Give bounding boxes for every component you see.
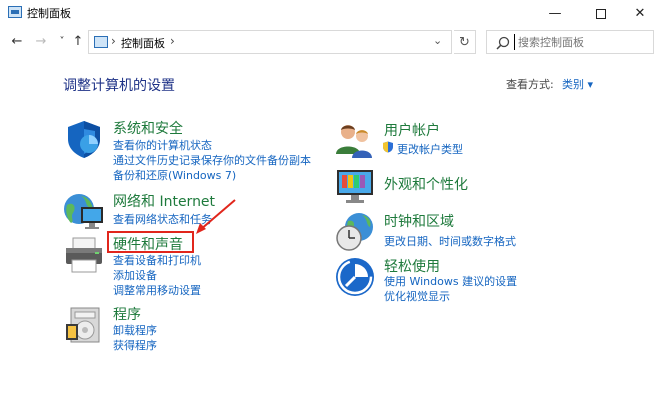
title-bar: 控制面板 — ✕: [0, 0, 663, 27]
printer-icon[interactable]: [63, 234, 105, 276]
category-appearance: 外观和个性化: [334, 166, 574, 206]
link-file-history[interactable]: 通过文件历史记录保存你的文件备份副本: [113, 152, 311, 168]
window-title: 控制面板: [27, 7, 71, 20]
category-programs: 程序 卸载程序 获得程序: [63, 304, 303, 352]
page-title: 调整计算机的设置: [63, 78, 175, 94]
maximize-icon: [596, 8, 606, 19]
control-panel-icon: [94, 36, 108, 48]
link-backup-restore[interactable]: 备份和还原(Windows 7): [113, 167, 236, 183]
uac-shield-icon: [383, 141, 393, 153]
category-title-system-security[interactable]: 系统和安全: [113, 118, 183, 138]
monitor-palette-icon[interactable]: [334, 166, 376, 208]
link-uninstall-program[interactable]: 卸载程序: [113, 322, 157, 338]
category-title-programs[interactable]: 程序: [113, 304, 141, 324]
category-clock-region: 时钟和区域 更改日期、时间或数字格式: [334, 211, 574, 251]
minimize-button[interactable]: —: [532, 0, 578, 27]
link-optimize-visual-display[interactable]: 优化视觉显示: [384, 288, 450, 304]
category-system-security: 系统和安全 查看你的计算机状态 通过文件历史记录保存你的文件备份副本 备份和还原…: [63, 118, 363, 183]
link-change-date-time-format[interactable]: 更改日期、时间或数字格式: [384, 233, 516, 249]
link-view-computer-status[interactable]: 查看你的计算机状态: [113, 137, 212, 153]
navigation-bar: ← → ˅ ↑ › 控制面板 › ⌄ ↻: [0, 27, 663, 57]
category-user-accounts: 用户帐户 更改帐户类型: [334, 120, 574, 160]
breadcrumb-control-panel[interactable]: 控制面板: [121, 35, 165, 51]
shield-icon[interactable]: [63, 118, 105, 160]
back-button[interactable]: ←: [9, 33, 25, 51]
search-icon: [496, 36, 510, 50]
category-title-appearance[interactable]: 外观和个性化: [384, 174, 468, 194]
annotation-highlight-box: [107, 231, 194, 253]
control-panel-icon: [8, 6, 22, 18]
link-recommended-settings[interactable]: 使用 Windows 建议的设置: [384, 273, 517, 289]
address-bar[interactable]: › 控制面板 › ⌄: [88, 30, 452, 54]
link-mobility-settings[interactable]: 调整常用移动设置: [113, 282, 201, 298]
search-input[interactable]: [514, 34, 649, 50]
breadcrumb-separator[interactable]: ›: [170, 34, 175, 48]
close-button[interactable]: ✕: [617, 0, 663, 27]
users-icon[interactable]: [334, 120, 376, 162]
link-change-account-type[interactable]: 更改帐户类型: [397, 141, 463, 157]
category-title-clock-region[interactable]: 时钟和区域: [384, 211, 454, 231]
clock-globe-icon[interactable]: [334, 211, 376, 253]
annotation-arrow: [196, 199, 236, 234]
category-ease-of-access: 轻松使用 使用 Windows 建议的设置 优化视觉显示: [334, 256, 574, 304]
refresh-button[interactable]: ↻: [454, 30, 476, 54]
link-get-programs[interactable]: 获得程序: [113, 337, 157, 353]
category-network-internet: 网络和 Internet 查看网络状态和任务: [63, 191, 303, 231]
link-add-device[interactable]: 添加设备: [113, 267, 157, 283]
up-button[interactable]: ↑: [70, 33, 86, 51]
forward-button[interactable]: →: [33, 33, 49, 51]
recent-locations-button[interactable]: ˅: [54, 33, 70, 51]
category-title-user-accounts[interactable]: 用户帐户: [384, 120, 440, 140]
link-devices-printers[interactable]: 查看设备和打印机: [113, 252, 201, 268]
programs-icon[interactable]: [63, 304, 105, 346]
ease-of-access-icon[interactable]: [334, 256, 376, 298]
network-globe-icon[interactable]: [63, 191, 105, 233]
breadcrumb-separator[interactable]: ›: [111, 34, 116, 48]
view-by-dropdown[interactable]: 类别 ▾: [562, 76, 593, 92]
address-dropdown-button[interactable]: ⌄: [433, 34, 442, 47]
search-box[interactable]: [486, 30, 654, 54]
view-by-label: 查看方式:: [506, 78, 554, 91]
